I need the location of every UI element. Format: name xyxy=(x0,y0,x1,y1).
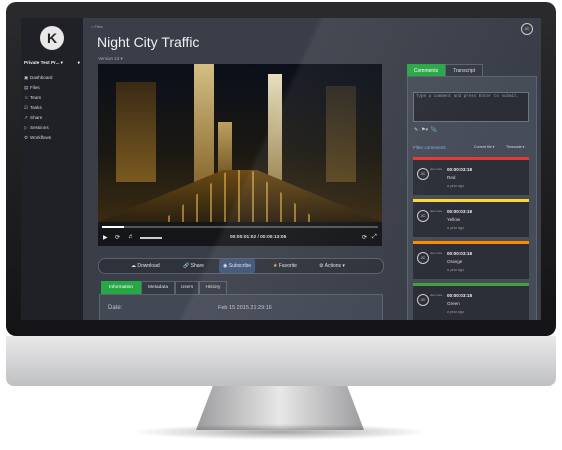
comment-card[interactable]: JC Joe Cres.. 00:00:03:18 Red a year ago xyxy=(413,157,529,195)
comment-text: Red xyxy=(447,175,456,180)
page-title: Night City Traffic xyxy=(97,34,200,50)
sidebar-item-tasks[interactable]: ☑ Tasks xyxy=(24,103,82,113)
monitor-chin xyxy=(6,336,556,386)
fullscreen-icon[interactable]: ⤢ xyxy=(372,234,377,241)
player-controls: ▶ ⟳ ♬ 00:00:01:02 / 00:00:13:05 ⟳ ⤢ xyxy=(98,222,382,246)
comment-age: a year ago xyxy=(447,310,464,314)
building-left xyxy=(116,82,156,182)
tab-users[interactable]: Users xyxy=(175,281,199,294)
sidebar-item-label: Files xyxy=(30,85,40,90)
sidebar-item-dashboard[interactable]: ▣ Dashboard xyxy=(24,73,82,83)
comment-card[interactable]: JC Joe Cres.. 00:00:03:18 Orange a year … xyxy=(413,241,529,279)
video-frame[interactable] xyxy=(98,64,382,222)
comment-timecode[interactable]: 00:00:03:18 xyxy=(447,167,472,172)
sidebar-nav: ▣ Dashboard ▤ Files ☺Team ☑ Tasks ↗ Share ▷ S… xyxy=(24,73,82,143)
monitor-shadow xyxy=(130,424,432,440)
comment-color-bar xyxy=(413,283,529,286)
comment-color-bar xyxy=(413,241,529,244)
comment-text: Green xyxy=(447,301,460,306)
date-label: Date: xyxy=(108,305,123,311)
comment-card[interactable]: JC Joe Cres.. 00:00:03:18 Green a year a… xyxy=(413,283,529,320)
volume-icon[interactable]: ♬ xyxy=(128,234,134,240)
sort-select[interactable]: Timecode ▾ xyxy=(506,145,524,149)
bell-icon[interactable]: ♦ xyxy=(77,60,80,66)
comments-panel: Type a comment and press Enter to submit… xyxy=(407,76,537,320)
sidebar-item-files[interactable]: ▤ Files xyxy=(24,83,82,93)
comment-input[interactable]: Type a comment and press Enter to submit… xyxy=(413,92,529,122)
attachment-icon[interactable]: 📎 xyxy=(431,127,437,133)
comment-color-bar xyxy=(413,157,529,160)
tab-metadata[interactable]: Metadata xyxy=(141,281,175,294)
flag-icon[interactable]: ⚑▾ xyxy=(421,127,428,133)
building-tower-2 xyxy=(268,74,282,182)
comment-color-bar xyxy=(413,199,529,202)
comment-age: a year ago xyxy=(447,184,464,188)
sidebar-item-share[interactable]: ↗ Share xyxy=(24,113,82,123)
sidebar-item-label: Sessions xyxy=(30,125,49,130)
information-panel: Date: Feb 15 2015 21:29:16 xyxy=(99,294,383,320)
tab-information[interactable]: Information xyxy=(101,281,141,294)
sidebar-item-team[interactable]: ☺Team xyxy=(24,93,82,103)
comment-timecode[interactable]: 00:00:03:18 xyxy=(447,251,472,256)
comment-author: Joe Cres.. xyxy=(430,167,444,171)
download-button[interactable]: ☁ Download xyxy=(131,259,160,273)
tab-history[interactable]: History xyxy=(199,281,227,294)
file-filter-select[interactable]: Current file ▾ xyxy=(474,145,494,149)
action-bar: ☁ Download 🔗 Share ◉ Subscribe ★ Favorit… xyxy=(98,258,384,274)
volume-slider[interactable] xyxy=(140,237,162,239)
loop-icon[interactable]: ⟳ xyxy=(362,234,367,241)
screen: K Private Test Pr... ▾ ♦ ▣ Dashboard ▤ Fil… xyxy=(21,18,541,320)
link-icon: 🔗 xyxy=(183,263,191,269)
actions-menu-button[interactable]: ⚙ Actions ▾ xyxy=(319,259,345,273)
sidebar-item-label: Team xyxy=(30,95,42,100)
comment-card[interactable]: JC Joe Cres.. 00:00:03:18 Yellow a year … xyxy=(413,199,529,237)
avatar: JC xyxy=(417,210,429,222)
comment-text: Orange xyxy=(447,259,463,264)
comment-author: Joe Cres.. xyxy=(430,251,444,255)
replay-icon[interactable]: ⟳ xyxy=(115,234,120,241)
timecode: 00:00:01:02 / 00:00:13:05 xyxy=(230,235,287,240)
comment-timecode[interactable]: 00:00:03:18 xyxy=(447,293,472,298)
comment-text: Yellow xyxy=(447,217,461,222)
subscribe-button[interactable]: ◉ Subscribe xyxy=(219,259,255,273)
pencil-icon[interactable]: ✎ xyxy=(414,127,418,133)
comment-tools: ✎ ⚑▾ 📎 xyxy=(414,127,437,133)
sidebar: K Private Test Pr... ▾ ♦ ▣ Dashboard ▤ Fil… xyxy=(21,18,83,320)
comment-author: Joe Cres.. xyxy=(430,293,444,297)
avatar: JC xyxy=(417,294,429,306)
date-value: Feb 15 2015 21:29:16 xyxy=(218,305,272,311)
version-selector[interactable]: Version 13 ▾ xyxy=(98,56,123,62)
play-icon[interactable]: ▶ xyxy=(103,234,108,241)
avatar: JC xyxy=(417,252,429,264)
sidebar-item-workflows[interactable]: ⚙ Workflows xyxy=(24,133,82,143)
progress-fill xyxy=(102,226,125,228)
comment-age: a year ago xyxy=(447,268,464,272)
building-tower xyxy=(194,64,214,182)
sidebar-item-label: Workflows xyxy=(30,135,52,140)
comment-age: a year ago xyxy=(447,226,464,230)
account-name: Private Test Pr... ▾ xyxy=(24,60,63,65)
breadcrumb[interactable]: ⌂ Files xyxy=(91,24,103,29)
comment-timecode[interactable]: 00:00:03:18 xyxy=(447,209,472,214)
building-right xyxy=(326,86,356,182)
avatar: JC xyxy=(417,168,429,180)
sidebar-item-label: Dashboard xyxy=(30,75,53,80)
sidebar-item-sessions[interactable]: ▷ Sessions xyxy=(24,123,82,133)
share-button[interactable]: 🔗 Share xyxy=(183,259,204,273)
favorite-button[interactable]: ★ Favorite xyxy=(273,259,297,273)
filter-comments-label: Filter comments xyxy=(413,145,446,150)
user-avatar[interactable]: JC xyxy=(521,23,533,35)
sidebar-item-label: Share xyxy=(30,115,43,120)
app-logo[interactable]: K xyxy=(40,26,64,50)
sidebar-item-label: Tasks xyxy=(30,105,42,110)
progress-bar[interactable] xyxy=(102,226,378,228)
comment-author: Joe Cres.. xyxy=(430,209,444,213)
account-switcher[interactable]: Private Test Pr... ▾ ♦ xyxy=(24,60,82,66)
